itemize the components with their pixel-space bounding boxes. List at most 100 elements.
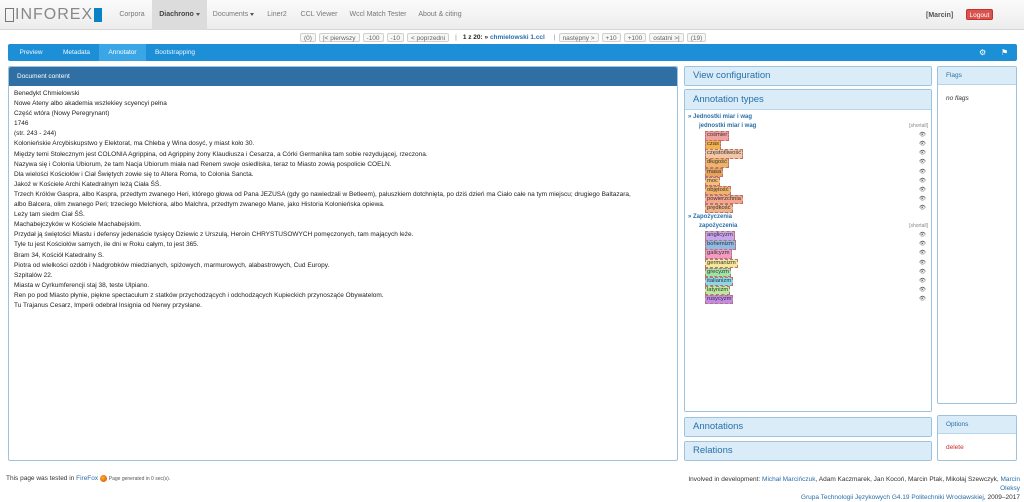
text-line[interactable]: Ren po pod Miasto płynie, piękne spectac… bbox=[14, 291, 631, 301]
text-line[interactable]: albo Balcera, olim zwanego Peri; trzecie… bbox=[14, 200, 631, 210]
annotation-type-item[interactable]: grecyzm 👁 bbox=[688, 267, 930, 278]
annotation-type-label[interactable]: grecyzm bbox=[705, 267, 731, 278]
text-line[interactable]: Jakoż w Kościele Archi Katedralnym leżą … bbox=[14, 180, 631, 190]
eye-icon[interactable]: 👁 bbox=[919, 140, 926, 149]
group-link[interactable]: Grupa Technologii Językowych G4.19 Polit… bbox=[801, 494, 984, 501]
nav-item-diachrono[interactable]: Diachrono bbox=[152, 0, 207, 30]
subset-jednostki[interactable]: jednostki miar i wag [shortall] bbox=[688, 122, 930, 131]
tab-preview[interactable]: Preview bbox=[8, 44, 54, 61]
annotation-type-item[interactable]: prędkość 👁 bbox=[688, 203, 930, 214]
eye-icon[interactable]: 👁 bbox=[919, 231, 926, 240]
nav-item-liner2[interactable]: Liner2 bbox=[260, 0, 294, 30]
annotation-type-item[interactable]: rusycyzm 👁 bbox=[688, 294, 930, 305]
shortcut-all[interactable]: [shortall] bbox=[909, 222, 928, 231]
text-line[interactable]: Leży tam siedm Ciał ŚŚ. bbox=[14, 210, 631, 220]
text-line[interactable]: Przydał ją świętości Miastu i defensy je… bbox=[14, 230, 631, 240]
view-configuration-panel[interactable]: View configuration bbox=[684, 66, 932, 86]
annotation-type-label[interactable]: latynizm bbox=[705, 285, 731, 296]
nav-item-wccl-match-tester[interactable]: Wccl Match Tester bbox=[344, 0, 412, 30]
nav-item-documents[interactable]: Documents bbox=[207, 0, 260, 30]
logout-button[interactable]: Logout bbox=[966, 9, 993, 20]
group-zapozyczenia[interactable]: » Zapożyczenia bbox=[688, 213, 930, 222]
annotation-type-item[interactable]: anglicyzm 👁 bbox=[688, 231, 930, 241]
annotation-type-label[interactable]: rusycyzm bbox=[705, 294, 734, 305]
view-configuration-header[interactable]: View configuration bbox=[685, 67, 931, 85]
annotation-type-label[interactable]: italianizm bbox=[705, 276, 734, 287]
dev-link[interactable]: Michał Marcińczuk bbox=[762, 476, 815, 483]
annotations-panel[interactable]: Annotations bbox=[684, 417, 932, 437]
annotation-type-item[interactable]: objętość 👁 bbox=[688, 185, 930, 196]
eye-icon[interactable]: 👁 bbox=[919, 149, 926, 158]
text-line[interactable]: Szpitalów 22. bbox=[14, 271, 631, 281]
text-line[interactable]: Kolonieńskie Arcybiskupstwo y Elektorat,… bbox=[14, 139, 631, 149]
nav-item-corpora[interactable]: Corpora bbox=[112, 0, 152, 30]
annotation-type-label[interactable]: długość bbox=[705, 158, 729, 168]
annotation-types-header[interactable]: Annotation types bbox=[685, 90, 931, 110]
annotation-type-item[interactable]: italianizm 👁 bbox=[688, 276, 930, 287]
eye-icon[interactable]: 👁 bbox=[919, 240, 926, 249]
eye-icon[interactable]: 👁 bbox=[919, 158, 926, 167]
text-line[interactable]: Nowe Ateny albo akademia wszlekiey scyen… bbox=[14, 99, 631, 109]
pager-prev[interactable]: < poprzedni bbox=[406, 32, 450, 42]
eye-icon[interactable]: 👁 bbox=[919, 204, 926, 213]
text-line[interactable]: (str. 243 - 244) bbox=[14, 129, 631, 139]
annotation-type-item[interactable]: masa 👁 bbox=[688, 167, 930, 178]
eye-icon[interactable]: 👁 bbox=[919, 286, 926, 295]
annotation-type-item[interactable]: bohemizm 👁 bbox=[688, 240, 930, 250]
eye-icon[interactable]: 👁 bbox=[919, 195, 926, 204]
eye-icon[interactable]: 👁 bbox=[919, 177, 926, 186]
text-line[interactable]: Dla wielości Kościołów i Ciał Świętych z… bbox=[14, 170, 631, 180]
annotation-type-item[interactable]: moc 👁 bbox=[688, 176, 930, 187]
annotation-type-label[interactable]: powierzchnia bbox=[705, 194, 743, 205]
relations-panel[interactable]: Relations bbox=[684, 441, 932, 461]
text-line[interactable]: Tyle tu jest Kościołów samych, ile dni w… bbox=[14, 240, 631, 250]
tab-bootstrapping[interactable]: Bootstrapping bbox=[146, 44, 204, 61]
annotation-type-label[interactable]: częstotliwość bbox=[705, 149, 744, 159]
annotation-type-label[interactable]: masa bbox=[705, 167, 724, 178]
pager-minus-100[interactable]: -100 bbox=[362, 32, 384, 42]
eye-icon[interactable]: 👁 bbox=[919, 277, 926, 286]
text-line[interactable]: Część wtóra (Nowy Peregrynant) bbox=[14, 109, 631, 119]
pager-first[interactable]: |< pierwszy bbox=[318, 32, 360, 42]
eye-icon[interactable]: 👁 bbox=[919, 295, 926, 304]
pager-count-left[interactable]: (0) bbox=[300, 32, 316, 42]
eye-icon[interactable]: 👁 bbox=[919, 131, 926, 140]
dev-link[interactable]: Marcin Oleksy bbox=[1000, 476, 1020, 492]
annotation-type-item[interactable]: częstotliwość 👁 bbox=[688, 149, 930, 159]
text-line[interactable]: 1746 bbox=[14, 119, 631, 129]
text-line[interactable]: Machabejczyków w Kościele Machabejskim. bbox=[14, 220, 631, 230]
annotation-type-item[interactable]: czas 👁 bbox=[688, 140, 930, 150]
pager-plus-10[interactable]: +10 bbox=[601, 32, 621, 42]
pager-count-right[interactable]: (19) bbox=[686, 32, 707, 42]
annotation-type-item[interactable]: germanizm 👁 bbox=[688, 258, 930, 268]
document-text[interactable]: Benedykt Chmielowski Nowe Ateny albo aka… bbox=[14, 89, 631, 311]
annotation-type-label[interactable]: objętość bbox=[705, 185, 731, 196]
nav-item-about[interactable]: About & citing bbox=[412, 0, 468, 30]
eye-icon[interactable]: 👁 bbox=[919, 168, 926, 177]
tab-metadata[interactable]: Metadata bbox=[54, 44, 99, 61]
eye-icon[interactable]: 👁 bbox=[919, 259, 926, 268]
annotation-type-label[interactable]: czas bbox=[705, 140, 721, 150]
annotation-type-label[interactable]: prędkość bbox=[705, 203, 733, 214]
annotation-type-label[interactable]: moc bbox=[705, 176, 720, 187]
annotation-type-label[interactable]: germanizm bbox=[705, 258, 738, 268]
pager-last[interactable]: ostatni >| bbox=[649, 32, 684, 42]
text-line[interactable]: Piotra od wielkości ozdób i Nadgrobków m… bbox=[14, 261, 631, 271]
text-line[interactable]: Tu Trajanus Cesarz, Imperii odebrał Insi… bbox=[14, 301, 631, 311]
flag-icon[interactable]: ⚑ bbox=[1001, 48, 1008, 57]
eye-icon[interactable]: 👁 bbox=[919, 186, 926, 195]
annotation-type-item[interactable]: cośmier 👁 bbox=[688, 131, 930, 141]
text-line[interactable]: Trzech Królów Gaspra, albo Kaspra, przed… bbox=[14, 190, 631, 200]
gear-icon[interactable]: ⚙ bbox=[979, 48, 986, 57]
annotation-type-item[interactable]: powierzchnia 👁 bbox=[688, 194, 930, 205]
eye-icon[interactable]: 👁 bbox=[919, 268, 926, 277]
inforex-logo[interactable]: INFOREX bbox=[5, 6, 103, 23]
pager-next[interactable]: następny > bbox=[558, 32, 599, 42]
nav-item-ccl-viewer[interactable]: CCL Viewer bbox=[294, 0, 344, 30]
relations-header[interactable]: Relations bbox=[685, 442, 931, 460]
delete-link[interactable]: delete bbox=[946, 444, 964, 451]
shortcut-all[interactable]: [shortall] bbox=[909, 122, 928, 131]
subset-zapozyczenia[interactable]: zapożyczenia [shortall] bbox=[688, 222, 930, 231]
annotation-type-item[interactable]: długość 👁 bbox=[688, 158, 930, 168]
text-line[interactable]: Nazywa się i Colonia Ubiorum, że tam Nac… bbox=[14, 160, 631, 170]
